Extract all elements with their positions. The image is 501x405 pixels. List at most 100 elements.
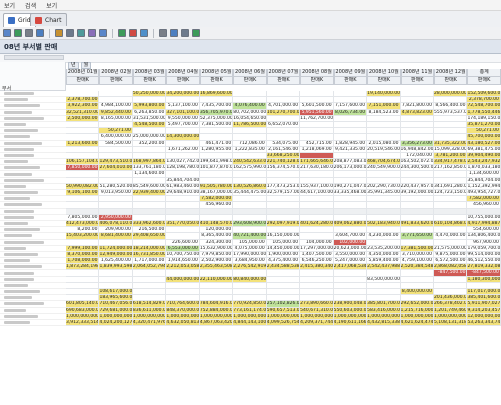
filter-icon[interactable] (55, 29, 63, 37)
settings-icon[interactable] (159, 29, 167, 37)
menu-item-1[interactable]: 검색 (25, 1, 36, 10)
redacted-department-name (4, 123, 26, 127)
table-cell[interactable]: 4,320,471,976.00 (132, 319, 167, 327)
toolbar-separator (112, 28, 113, 38)
table-cell[interactable]: 4,621,624,474.00 (400, 319, 434, 327)
measure-header: 판매K (233, 77, 267, 85)
grid-icon (8, 17, 15, 24)
redacted-department-name (4, 166, 40, 170)
month-header[interactable]: 2008년 03월 (132, 69, 167, 77)
redacted-department-name (4, 98, 28, 102)
measure-header: 판매K (99, 77, 133, 85)
copy-icon[interactable] (3, 29, 11, 37)
total-icon[interactable] (99, 29, 107, 37)
redacted-department-name (4, 302, 44, 306)
column-field-area: 년 월 (66, 62, 92, 69)
redacted-department-name (4, 92, 34, 96)
table-cell[interactable]: 4,209,371,744.00 (300, 319, 334, 327)
redacted-department-name (4, 209, 34, 213)
measure-header: 판매K (300, 77, 334, 85)
table-cell[interactable]: 4,844,143,100.00 (233, 319, 267, 327)
month-header[interactable]: 2008년 12월 (433, 69, 468, 77)
export-icon[interactable] (140, 29, 148, 37)
row-header[interactable] (0, 320, 66, 327)
redacted-department-name (4, 153, 34, 157)
chart-icon[interactable] (129, 29, 137, 37)
redacted-department-name (4, 296, 32, 300)
table-icon[interactable] (36, 29, 44, 37)
redacted-department-name (4, 246, 26, 250)
month-header[interactable]: 2008년 04월 (166, 69, 200, 77)
redacted-department-name (4, 172, 32, 176)
tab-chart-label: Chart (45, 16, 62, 24)
toolbar (0, 27, 501, 40)
print-icon[interactable] (25, 29, 33, 37)
month-header[interactable]: 2008년 10월 (367, 69, 401, 77)
zoom-icon[interactable] (181, 29, 189, 37)
tab-grid-label: Grid (18, 17, 31, 24)
month-header[interactable]: 2008년 01월 (66, 69, 100, 77)
month-header[interactable]: 2008년 11월 (400, 69, 434, 77)
menu-item-0[interactable]: 보기 (4, 1, 15, 10)
column-field-year[interactable]: 년 (68, 62, 79, 69)
refresh-icon[interactable] (192, 29, 200, 37)
help-icon[interactable] (170, 29, 178, 37)
measure-header: 판매K (333, 77, 368, 85)
redacted-department-name (4, 104, 40, 108)
redacted-department-name (4, 240, 44, 244)
month-header[interactable]: 2008년 06월 (233, 69, 267, 77)
redacted-department-name (4, 308, 26, 312)
month-header[interactable]: 2008년 08월 (300, 69, 334, 77)
redacted-department-name (4, 314, 38, 318)
table-cell[interactable]: 4,867,063,420.00 (199, 319, 234, 327)
redacted-department-name (4, 110, 32, 114)
pivot-rows: 50,250,000.00 34,200,000.00 16,869,600.00 1… (0, 91, 501, 327)
toolbar-separator (49, 28, 50, 38)
tab-bar: Grid Chart (0, 11, 501, 28)
redacted-department-name (4, 184, 26, 188)
table-cell[interactable]: 53,263,343,744.00 (467, 319, 501, 327)
report-title-bar: 08년 부서별 판매 (0, 40, 501, 54)
redacted-department-name (4, 321, 30, 325)
redacted-department-name (4, 141, 42, 145)
table-cell[interactable]: 5,108,131,318.00 (433, 319, 468, 327)
field-icon[interactable] (88, 29, 96, 37)
table-cell[interactable]: 4,024,200,127.00 (99, 319, 133, 327)
tab-chart[interactable]: Chart (30, 13, 67, 26)
redacted-department-name (4, 234, 32, 238)
redacted-department-name (4, 290, 40, 294)
redacted-department-name (4, 135, 30, 139)
month-header[interactable]: 2008년 09월 (333, 69, 368, 77)
sort-icon[interactable] (66, 29, 74, 37)
measure-header: 판매K (166, 77, 200, 85)
month-header[interactable]: 2008년 05월 (199, 69, 234, 77)
menu-item-2[interactable]: 보기 (46, 1, 57, 10)
table-cell[interactable]: 4,632,050,813.00 (166, 319, 200, 327)
month-header[interactable]: 2008년 02월 (99, 69, 133, 77)
redacted-department-name (4, 228, 40, 232)
table-cell[interactable]: 4,432,815,338.00 (367, 319, 401, 327)
table-cell[interactable]: 4,099,526,754.00 (266, 319, 301, 327)
column-field-month[interactable]: 월 (80, 62, 92, 69)
measure-header: 판매K (199, 77, 234, 85)
month-header[interactable]: 2008년 07월 (266, 69, 301, 77)
measure-header: 판매K (132, 77, 167, 85)
save-icon[interactable] (14, 29, 22, 37)
redacted-department-name (4, 277, 34, 281)
table-cell[interactable]: 4,190,611,166.00 (333, 319, 368, 327)
redacted-department-name (4, 203, 42, 207)
report-title: 08년 부서별 판매 (4, 42, 58, 51)
menu-bar: 보기 검색 보기 (0, 0, 501, 11)
table-cell[interactable]: 3,912,333,514.00 (66, 319, 100, 327)
pivot-icon[interactable] (118, 29, 126, 37)
filter-placeholder (4, 55, 64, 60)
redacted-department-name (4, 271, 34, 275)
redacted-department-name (4, 283, 28, 287)
measure-header: 판매K (66, 77, 100, 85)
redacted-department-name (4, 191, 38, 195)
month-header[interactable]: 총계 (467, 69, 501, 77)
swap-icon[interactable] (77, 29, 85, 37)
pivot-grid: 년 월 2008년 01월 2008년 02월 2008년 03월 2008년 04월… (0, 62, 501, 405)
redacted-department-name (4, 222, 28, 226)
toolbar-separator (153, 28, 154, 38)
